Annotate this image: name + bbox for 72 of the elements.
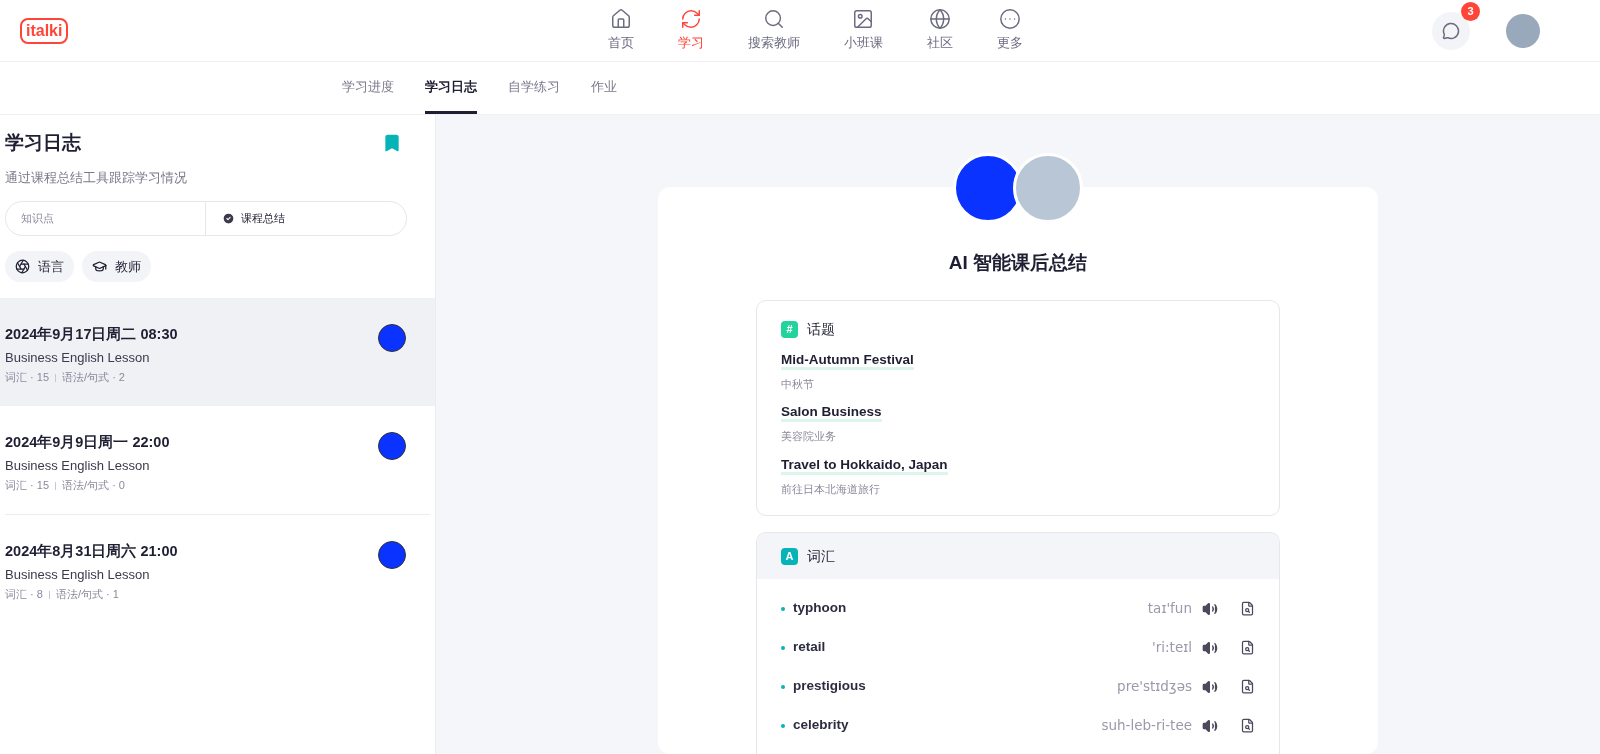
topic-translation: 前往日本北海道旅行 bbox=[781, 481, 881, 497]
nav-tab[interactable]: 首页 bbox=[607, 8, 634, 53]
search-icon bbox=[762, 8, 785, 31]
section-badge: # bbox=[781, 320, 798, 338]
nav-tab[interactable]: 小班课 bbox=[843, 8, 883, 53]
section-heading: 词汇 bbox=[807, 546, 835, 566]
speaker-icon[interactable] bbox=[1202, 678, 1218, 695]
nav-tab[interactable]: 学习 bbox=[677, 8, 704, 53]
italki-logo[interactable]: italki bbox=[20, 17, 69, 44]
topic-title: Salon Business bbox=[781, 404, 882, 422]
section-badge: A bbox=[781, 547, 798, 565]
nav-tab[interactable]: 更多 bbox=[996, 8, 1023, 53]
speaker-icon[interactable] bbox=[1202, 600, 1218, 617]
lesson-title: Business English Lesson bbox=[5, 348, 151, 367]
toggle-option[interactable]: 课程总结 bbox=[205, 202, 406, 235]
notification-badge: 3 bbox=[1461, 1, 1480, 21]
grammar-count: 语法/句式 · 2 bbox=[62, 370, 125, 386]
refresh-icon bbox=[679, 8, 702, 31]
summary-title: AI 智能课后总结 bbox=[948, 251, 1088, 275]
sidebar-subtitle: 通过课程总结工具跟踪学习情况 bbox=[5, 168, 188, 187]
lesson-item[interactable]: 2024年9月17日周二 08:30 Business English Lesson 词汇 · 15 语法/句式 · 2 bbox=[0, 298, 435, 406]
globe-icon bbox=[928, 8, 951, 31]
phonetic: suh-leb-ri-tee bbox=[1101, 716, 1192, 736]
dictionary-icon[interactable] bbox=[1240, 718, 1255, 733]
section-heading: 话题 bbox=[807, 319, 835, 339]
toggle-option[interactable]: 知识点 bbox=[6, 202, 205, 235]
check-icon bbox=[222, 212, 235, 225]
lesson-date: 2024年9月17日周二 08:30 bbox=[5, 325, 178, 344]
dictionary-icon[interactable] bbox=[1240, 679, 1255, 694]
messages-button[interactable] bbox=[1432, 11, 1470, 50]
vocab-count: 词汇 · 15 bbox=[5, 478, 49, 494]
sidebar-title: 学习日志 bbox=[5, 131, 81, 155]
vocab-word: retail bbox=[793, 638, 827, 657]
home-icon bbox=[609, 8, 632, 31]
grammar-count: 语法/句式 · 1 bbox=[55, 587, 119, 603]
sub-tab[interactable]: 学习进度 bbox=[342, 62, 394, 114]
nav-tab[interactable]: 搜索教师 bbox=[747, 8, 800, 53]
teacher-avatar bbox=[378, 432, 406, 460]
sub-tab[interactable]: 自学练习 bbox=[508, 62, 560, 114]
filter-chip[interactable]: 语言 bbox=[5, 251, 74, 282]
phonetic: taɪ'fun bbox=[1147, 599, 1192, 619]
topic-translation: 中秋节 bbox=[781, 376, 815, 392]
more-icon bbox=[998, 8, 1021, 31]
vocab-word: typhoon bbox=[793, 599, 848, 618]
grammar-count: 语法/句式 · 0 bbox=[62, 478, 125, 494]
teacher-avatar bbox=[378, 541, 406, 569]
topic-title: Mid-Autumn Festival bbox=[781, 351, 914, 370]
lesson-date: 2024年9月9日周一 22:00 bbox=[5, 433, 170, 452]
dictionary-icon[interactable] bbox=[1240, 640, 1255, 655]
graduation-cap-icon bbox=[92, 259, 107, 274]
nav-tab[interactable]: 社区 bbox=[926, 8, 953, 53]
topic-title: Travel to Hokkaido, Japan bbox=[781, 456, 948, 475]
speaker-icon[interactable] bbox=[1202, 717, 1218, 734]
sub-tab[interactable]: 作业 bbox=[591, 62, 617, 114]
vocab-count: 词汇 · 15 bbox=[5, 370, 49, 386]
bookmark-icon[interactable] bbox=[382, 133, 402, 154]
chat-icon bbox=[1442, 21, 1460, 40]
lesson-date: 2024年8月31日周六 21:00 bbox=[5, 542, 178, 561]
phonetic: 'ri:teɪl bbox=[1152, 638, 1192, 658]
dictionary-icon[interactable] bbox=[1240, 601, 1255, 616]
picture-icon bbox=[852, 8, 875, 31]
phonetic: pre'stɪdʒəs bbox=[1117, 677, 1192, 697]
filter-chip[interactable]: 教师 bbox=[82, 251, 151, 282]
aperture-icon bbox=[15, 259, 30, 274]
vocab-word: prestigious bbox=[793, 677, 867, 696]
topic-translation: 美容院业务 bbox=[781, 429, 837, 444]
lesson-title: Business English Lesson bbox=[5, 565, 151, 584]
teacher-avatar bbox=[378, 324, 406, 352]
lesson-title: Business English Lesson bbox=[5, 456, 151, 475]
vocab-count: 词汇 · 8 bbox=[5, 587, 43, 603]
vocab-word: celebrity bbox=[793, 716, 850, 735]
speaker-icon[interactable] bbox=[1202, 639, 1218, 656]
